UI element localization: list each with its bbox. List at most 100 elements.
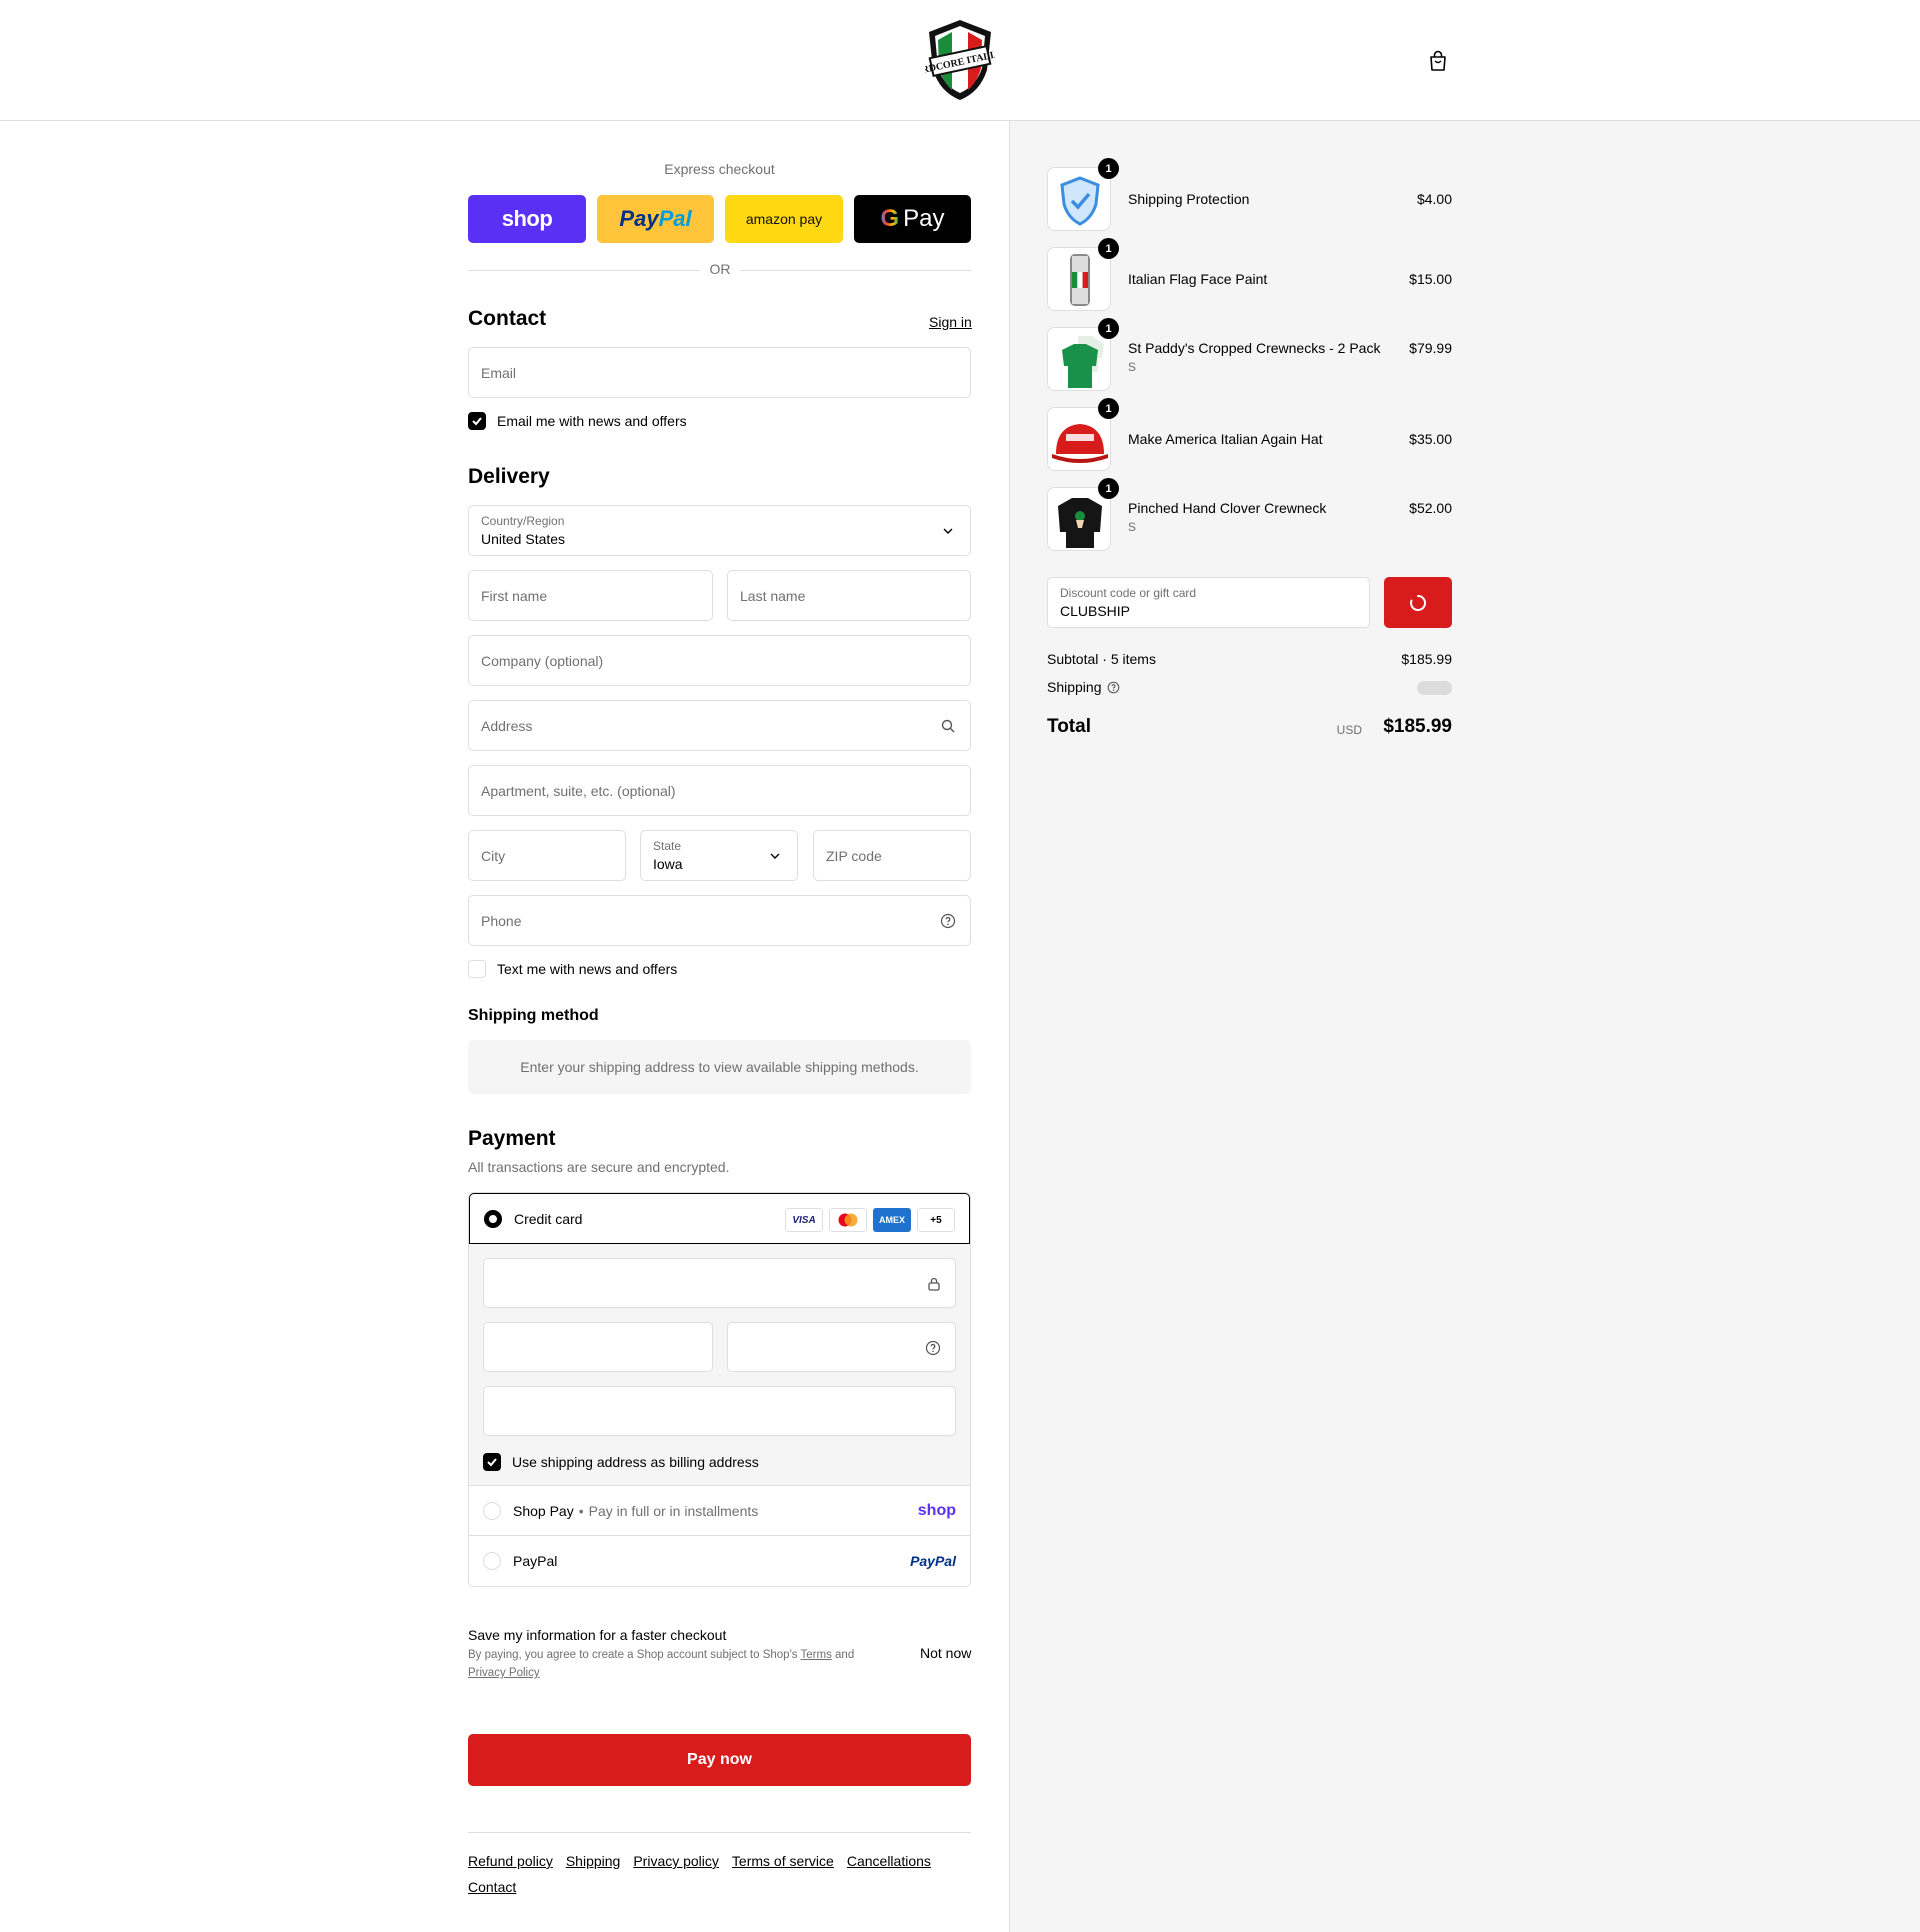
total-row: Total USD $185.99 (1047, 716, 1452, 738)
checkmark-icon (472, 417, 482, 426)
quantity-badge: 1 (1098, 318, 1119, 339)
refund-policy-link[interactable]: Refund policy (468, 1853, 553, 1869)
item-price: $79.99 (1409, 340, 1452, 356)
quantity-badge: 1 (1098, 238, 1119, 259)
state-value: Iowa (653, 856, 683, 872)
sms-newsletter-checkbox[interactable] (468, 960, 486, 978)
shipping-label: Shipping (1047, 679, 1102, 695)
credit-card-label: Credit card (514, 1210, 583, 1227)
help-icon[interactable] (1107, 681, 1120, 694)
billing-same-checkbox[interactable] (483, 1453, 501, 1471)
help-icon[interactable] (925, 1340, 941, 1356)
line-item: 1 Italian Flag Face Paint $15.00 (1047, 238, 1452, 311)
pay-now-button[interactable]: Pay now (468, 1734, 971, 1786)
email-newsletter-checkbox-row[interactable]: Email me with news and offers (468, 412, 687, 430)
card-security-code-field[interactable] (727, 1322, 956, 1372)
country-select[interactable]: Country/Region United States (468, 505, 971, 556)
paypal-express-button[interactable]: PayPal (597, 195, 714, 243)
address-field[interactable]: Address (468, 700, 971, 751)
shipping-method-notice-text: Enter your shipping address to view avai… (520, 1059, 919, 1075)
item-name: Pinched Hand Clover Crewneck (1128, 500, 1327, 516)
chevron-down-icon (770, 853, 780, 859)
cancellations-link[interactable]: Cancellations (847, 1853, 931, 1869)
shop-pay-radio[interactable] (483, 1501, 501, 1520)
shipping-row: Shipping (1047, 679, 1452, 695)
phone-field[interactable]: Phone (468, 895, 971, 946)
sms-newsletter-checkbox-row[interactable]: Text me with news and offers (468, 960, 677, 978)
last-name-field[interactable]: Last name (727, 570, 971, 621)
hat-image (1052, 424, 1108, 463)
payment-subtitle: All transactions are secure and encrypte… (468, 1159, 730, 1175)
shop-pay-separator: • (578, 1502, 584, 1519)
subtotal-row: Subtotal · 5 items $185.99 (1047, 651, 1452, 667)
contact-link[interactable]: Contact (468, 1879, 516, 1895)
crewneck-image (1058, 498, 1102, 548)
apartment-field[interactable]: Apartment, suite, etc. (optional) (468, 765, 971, 816)
shop-terms-link[interactable]: Terms (801, 1649, 832, 1661)
paypal-logo: PayPal (910, 1553, 956, 1569)
apply-discount-button[interactable] (1384, 577, 1452, 628)
country-label: Country/Region (481, 514, 565, 528)
cart-button[interactable] (1427, 50, 1451, 74)
paypal-label: PayPal (513, 1553, 558, 1569)
apartment-placeholder: Apartment, suite, etc. (optional) (481, 783, 676, 799)
store-logo[interactable]: HARDCORE ITALIANS (906, 18, 1015, 102)
line-item: 1 Make America Italian Again Hat $35.00 (1047, 398, 1452, 471)
line-item: 1 Pinched Hand Clover Crewneck S $52.00 (1047, 478, 1452, 551)
not-now-button[interactable]: Not now (920, 1645, 971, 1661)
credit-card-option[interactable]: Credit card VISA AMEX +5 (469, 1193, 970, 1244)
item-price: $35.00 (1409, 431, 1452, 447)
billing-same-checkbox-row[interactable]: Use shipping address as billing address (483, 1453, 759, 1471)
email-newsletter-checkbox[interactable] (468, 412, 486, 430)
search-icon (941, 719, 955, 733)
crewneck-image (1062, 336, 1104, 388)
shop-pay-option[interactable]: Shop Pay • Pay in full or in installment… (469, 1486, 970, 1536)
credit-card-radio[interactable] (484, 1209, 502, 1228)
shop-pay-logo: shop (501, 206, 553, 231)
shield-icon (1060, 176, 1100, 226)
google-g-icon: G (880, 205, 900, 232)
amazon-pay-express-button[interactable]: amazon pay (725, 195, 843, 243)
card-number-field[interactable] (483, 1258, 956, 1308)
country-value: United States (481, 531, 566, 547)
state-label: State (653, 839, 682, 853)
payment-title: Payment (468, 1127, 556, 1150)
subtotal-label: Subtotal · 5 items (1047, 651, 1156, 667)
billing-same-label: Use shipping address as billing address (512, 1454, 759, 1470)
google-pay-express-button[interactable]: G Pay (854, 195, 971, 243)
phone-placeholder: Phone (481, 913, 522, 929)
save-info-title: Save my information for a faster checkou… (468, 1627, 727, 1643)
first-name-placeholder: First name (481, 588, 548, 604)
paypal-option[interactable]: PayPal PayPal (469, 1536, 970, 1586)
help-icon[interactable] (940, 913, 956, 929)
zip-code-placeholder: ZIP code (826, 848, 882, 864)
state-select[interactable]: State Iowa (640, 830, 798, 881)
express-checkout-title: Express checkout (664, 161, 775, 177)
loading-spinner-icon (1410, 594, 1427, 611)
email-field[interactable]: Email (468, 347, 971, 398)
company-field[interactable]: Company (optional) (468, 635, 971, 686)
terms-of-service-link[interactable]: Terms of service (732, 1853, 834, 1869)
zip-code-field[interactable]: ZIP code (813, 830, 971, 881)
visa-icon: VISA (785, 1208, 823, 1232)
paypal-radio[interactable] (483, 1552, 501, 1570)
shipping-method-title: Shipping method (468, 1007, 599, 1024)
shop-pay-description: Pay in full or in installments (588, 1502, 759, 1519)
card-expiry-field[interactable] (483, 1322, 713, 1372)
footer-links: Refund policy Shipping Privacy policy Terms… (468, 1848, 971, 1900)
item-name: St Paddy's Cropped Crewnecks - 2 Pack (1128, 340, 1381, 356)
privacy-policy-link[interactable]: Privacy policy (633, 1853, 719, 1869)
first-name-field[interactable]: First name (468, 570, 713, 621)
shop-pay-express-button[interactable]: shop (468, 195, 586, 243)
line-item: 1 St Paddy's Cropped Crewnecks - 2 Pack … (1047, 318, 1452, 391)
discount-code-field[interactable]: Discount code or gift card CLUBSHIP (1047, 577, 1370, 628)
shop-privacy-policy-link[interactable]: Privacy Policy (468, 1667, 540, 1679)
quantity-badge: 1 (1098, 478, 1119, 499)
total-value: $185.99 (1383, 716, 1452, 737)
amazon-pay-logo: amazon pay (745, 211, 823, 227)
name-on-card-field[interactable] (483, 1386, 956, 1436)
city-field[interactable]: City (468, 830, 626, 881)
shipping-policy-link[interactable]: Shipping (566, 1853, 621, 1869)
sign-in-link[interactable]: Sign in (929, 314, 972, 330)
total-label: Total (1047, 716, 1091, 737)
